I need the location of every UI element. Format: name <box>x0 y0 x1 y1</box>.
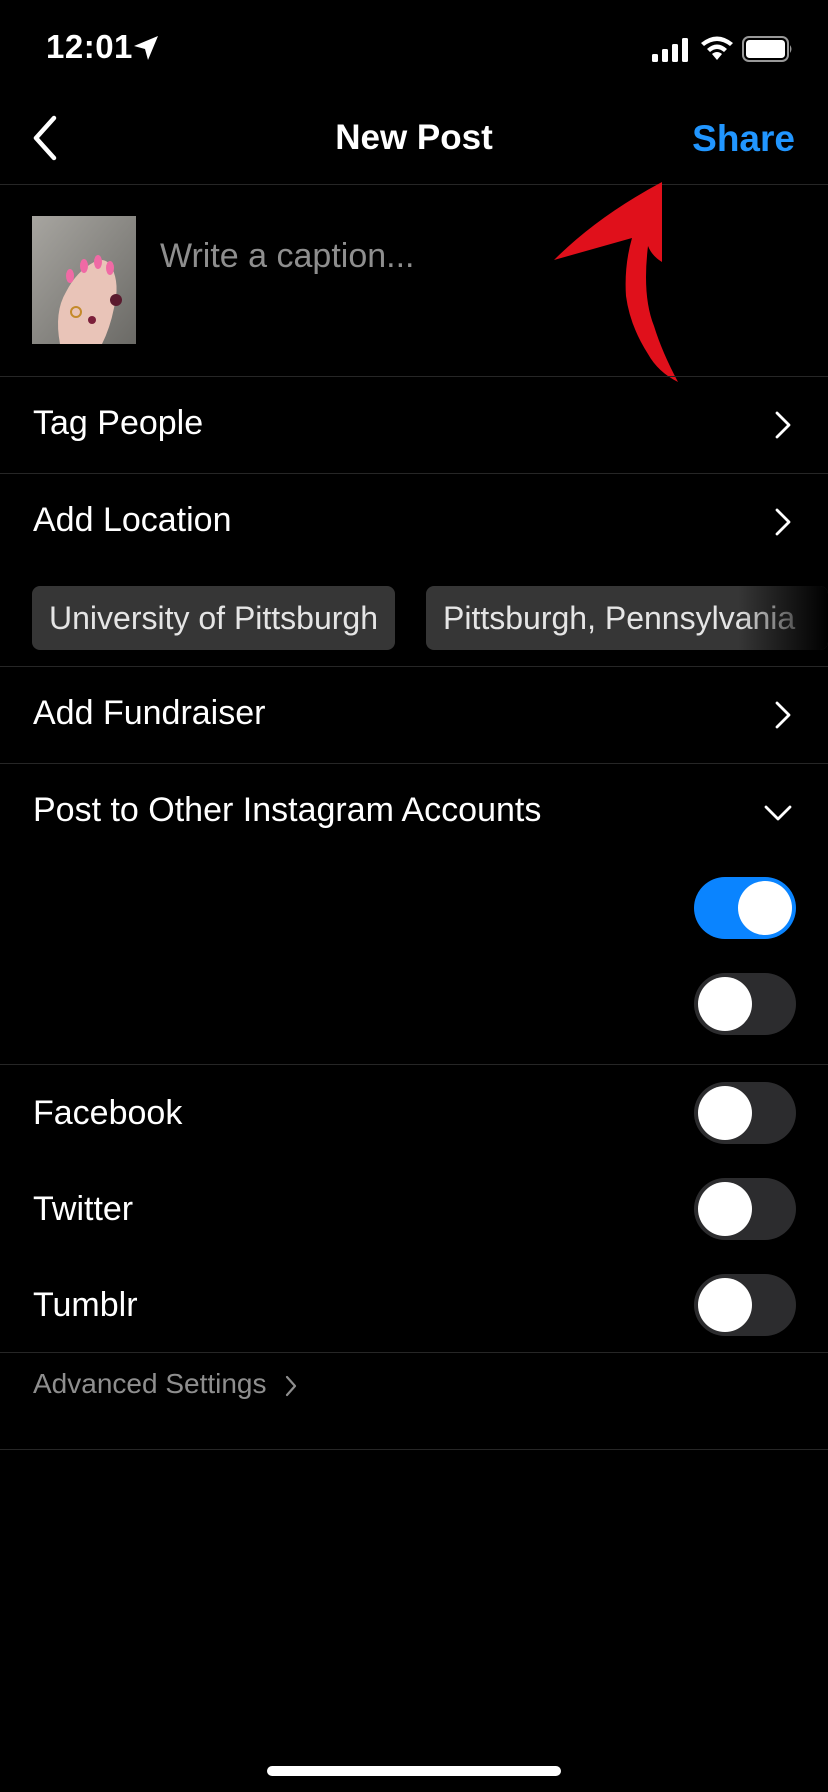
divider <box>0 1352 828 1353</box>
chevron-down-icon[interactable] <box>762 803 794 823</box>
red-annotation-arrow <box>554 182 678 382</box>
toggle-knob <box>698 1278 752 1332</box>
wifi-icon <box>701 36 733 60</box>
divider <box>0 1064 828 1065</box>
post-to-other-accounts-row[interactable]: Post to Other Instagram Accounts <box>33 791 541 830</box>
divider <box>0 473 828 474</box>
divider <box>0 376 828 377</box>
divider <box>0 184 828 185</box>
toggle-knob <box>698 1182 752 1236</box>
home-indicator[interactable] <box>267 1766 561 1776</box>
status-time: 12:01 <box>46 28 133 65</box>
post-thumbnail[interactable] <box>32 216 136 344</box>
advanced-settings-link[interactable]: Advanced Settings <box>33 1368 267 1400</box>
chevron-right-icon <box>775 701 791 729</box>
cellular-signal-icon <box>652 38 688 62</box>
toggle-knob <box>698 1086 752 1140</box>
tumblr-toggle[interactable] <box>694 1274 796 1336</box>
divider <box>0 666 828 667</box>
toggle-knob <box>698 977 752 1031</box>
tag-people-row[interactable]: Tag People <box>33 404 203 443</box>
toggle-knob <box>738 881 792 935</box>
twitter-label: Twitter <box>33 1190 134 1228</box>
location-suggestion-chip[interactable]: University of Pittsburgh <box>32 586 396 650</box>
other-account-toggle[interactable] <box>694 877 796 939</box>
divider <box>0 763 828 764</box>
add-location-row[interactable]: Add Location <box>33 501 232 540</box>
share-button[interactable]: Share <box>692 118 795 160</box>
battery-icon <box>742 36 792 62</box>
chevron-right-icon <box>775 508 791 536</box>
location-suggestion-label: Pittsburgh, Pennsylvania <box>443 600 796 636</box>
divider <box>0 1449 828 1450</box>
location-arrow-icon <box>134 36 158 60</box>
tumblr-label: Tumblr <box>33 1286 138 1324</box>
twitter-toggle[interactable] <box>694 1178 796 1240</box>
location-suggestion-chip[interactable]: Pittsburgh, Pennsylvania <box>426 586 828 650</box>
caption-input[interactable] <box>160 228 540 284</box>
other-account-toggle[interactable] <box>694 973 796 1035</box>
facebook-label: Facebook <box>33 1094 183 1132</box>
facebook-toggle[interactable] <box>694 1082 796 1144</box>
chevron-right-icon <box>285 1375 297 1397</box>
chevron-right-icon <box>775 411 791 439</box>
add-fundraiser-row[interactable]: Add Fundraiser <box>33 694 265 733</box>
